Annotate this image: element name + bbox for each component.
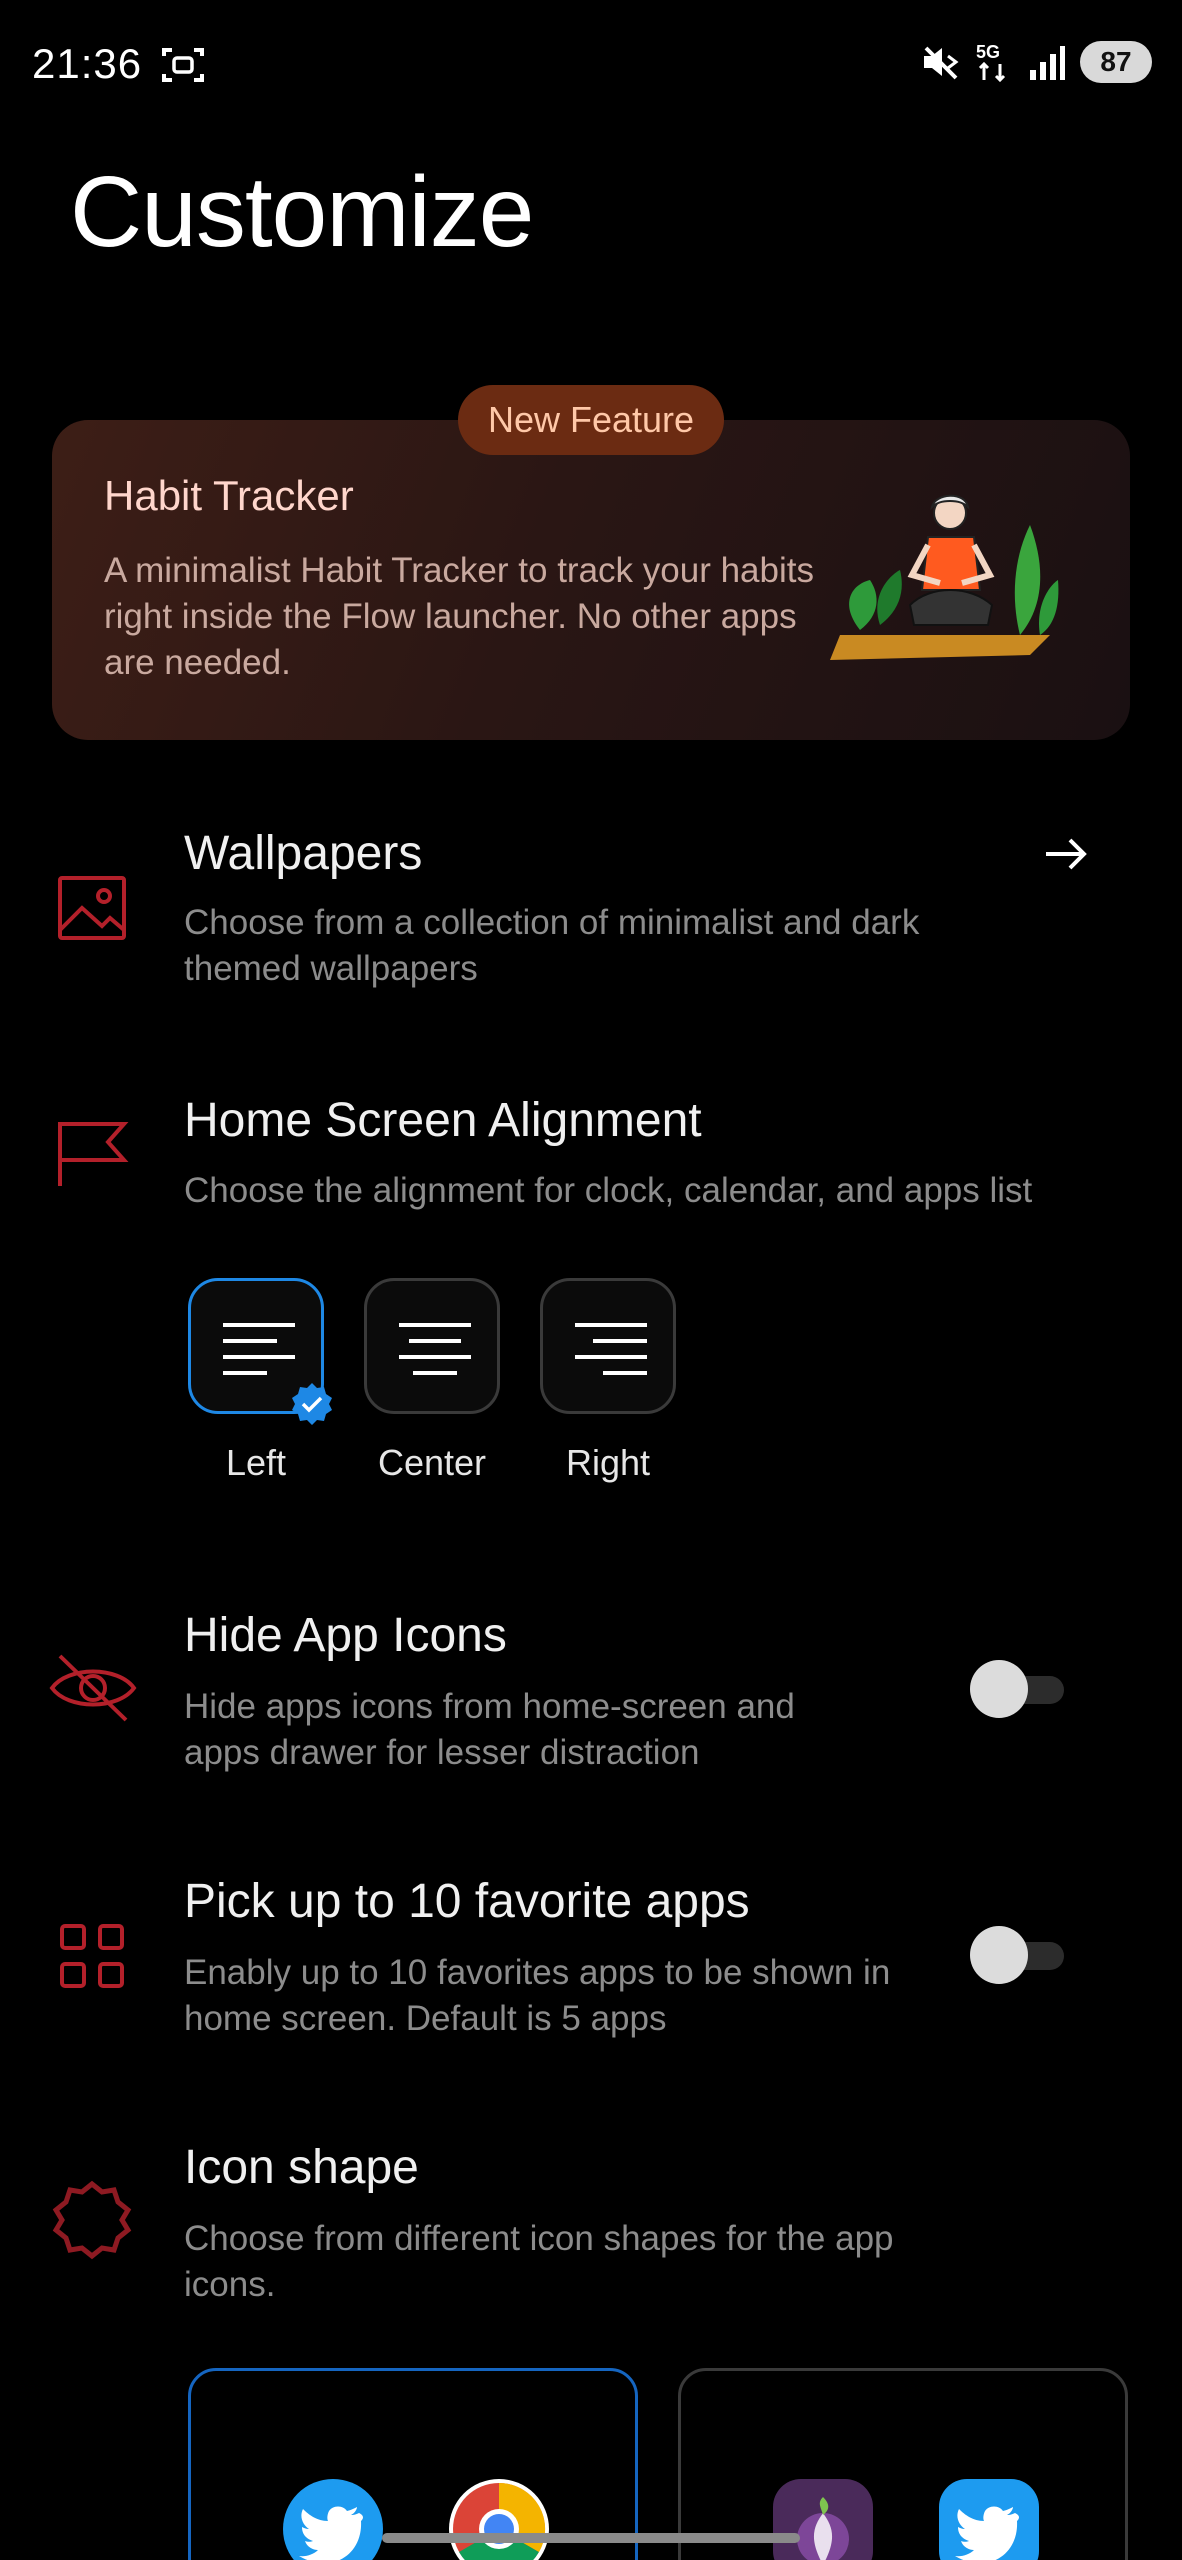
battery-indicator: 87: [1080, 41, 1152, 83]
flag-icon: [58, 1122, 129, 1186]
favorites-toggle[interactable]: [970, 1926, 1064, 1984]
check-badge-icon: [292, 1383, 332, 1425]
eye-off-icon: [49, 1654, 137, 1722]
twitter-app-icon: [283, 2479, 383, 2560]
align-center-option[interactable]: [364, 1278, 500, 1414]
badge-shape-icon: [52, 2180, 132, 2260]
arrow-right-icon[interactable]: [1040, 828, 1092, 880]
align-left-label: Left: [225, 1442, 287, 1483]
grid-icon: [60, 1924, 124, 1988]
align-left-icon: [223, 1323, 295, 1375]
wallpapers-title[interactable]: Wallpapers: [184, 826, 422, 881]
hide-icons-title: Hide App Icons: [184, 1609, 507, 1662]
icon-shape-circle-option[interactable]: [188, 2368, 638, 2560]
align-center-label: Center: [377, 1442, 487, 1483]
status-icons: 5G 87: [920, 40, 1152, 84]
feature-description: A minimalist Habit Tracker to track your…: [104, 551, 814, 682]
alignment-title: Home Screen Alignment: [184, 1094, 702, 1147]
hide-icons-toggle[interactable]: [970, 1660, 1064, 1718]
icon-shape-description: Choose from different icon shapes for th…: [184, 2219, 894, 2304]
page-title: Customize: [70, 156, 534, 268]
meditation-illustration-icon: [830, 494, 1059, 660]
feature-title: Habit Tracker: [104, 472, 354, 519]
network-5g-icon: 5G: [976, 42, 1006, 83]
mute-vibrate-icon: [924, 46, 959, 80]
hide-icons-description: Hide apps icons from home-screen and app…: [184, 1687, 795, 1772]
tor-app-icon: [773, 2479, 873, 2560]
align-right-option[interactable]: [540, 1278, 676, 1414]
toggle-knob: [970, 1660, 1028, 1718]
home-indicator[interactable]: [382, 2533, 800, 2543]
svg-text:5G: 5G: [976, 42, 1000, 62]
habit-tracker-card[interactable]: Habit Tracker A minimalist Habit Tracker…: [52, 420, 1130, 740]
align-left-option[interactable]: [188, 1278, 332, 1425]
align-right-label: Right: [565, 1442, 651, 1483]
align-center-icon: [399, 1323, 471, 1375]
status-time: 21:36: [32, 40, 143, 87]
wallpapers-description: Choose from a collection of minimalist a…: [184, 903, 920, 988]
favorites-description: Enably up to 10 favorites apps to be sho…: [184, 1953, 891, 2038]
screen-capture-icon: [162, 48, 204, 82]
status-bar: 21:36 5G 87: [0, 0, 1182, 130]
signal-icon: [1030, 46, 1065, 80]
twitter-app-icon: [939, 2479, 1039, 2560]
icon-shape-title: Icon shape: [184, 2141, 419, 2194]
align-right-icon: [575, 1323, 647, 1375]
new-feature-badge: New Feature: [458, 385, 724, 455]
icon-shape-squircle-option[interactable]: [678, 2368, 1128, 2560]
image-icon: [58, 876, 126, 940]
toggle-knob: [970, 1926, 1028, 1984]
chrome-app-icon: [449, 2479, 549, 2560]
alignment-description: Choose the alignment for clock, calendar…: [184, 1171, 1033, 1210]
favorites-title: Pick up to 10 favorite apps: [184, 1875, 750, 1928]
